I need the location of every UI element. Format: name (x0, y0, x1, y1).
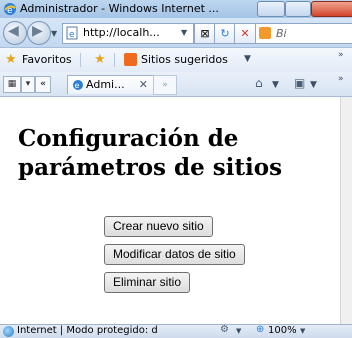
delete-site-button[interactable]: Eliminar sitio (104, 272, 191, 293)
forward-arrow-icon: ▶ (32, 23, 43, 39)
feeds-icon[interactable]: ▣ (294, 76, 305, 90)
search-provider-icon (259, 27, 271, 39)
address-url: http://localh... (83, 26, 160, 39)
back-button[interactable]: ◀ (3, 21, 27, 45)
forward-button[interactable]: ▶ (27, 21, 51, 45)
quick-tabs-icon: ▦ (7, 79, 17, 89)
globe-icon (3, 326, 14, 337)
home-dropdown-icon[interactable]: ▼ (272, 80, 279, 90)
stop-button[interactable]: ✕ (234, 23, 256, 44)
favorites-button[interactable]: Favoritos (22, 53, 72, 66)
search-box[interactable]: Bi (255, 23, 352, 44)
vertical-scrollbar[interactable] (340, 97, 352, 324)
tab-bar: ▦ ▾ « e Admi... ✕ » ⌂ ▼ ▣ ▼ » (0, 72, 352, 97)
navigation-bar: ◀ ▶ ▼ e http://localh... ▼ ⊠ ↻ ✕ Bi (0, 18, 352, 48)
address-bar[interactable]: e http://localh... ▼ (62, 23, 194, 44)
page-icon: e (66, 26, 78, 40)
protected-mode-icon[interactable]: ⚙ (220, 324, 229, 335)
chevron-more-icon[interactable]: » (338, 50, 344, 60)
compatibility-icon: ⊠ (200, 27, 210, 40)
divider (80, 53, 81, 67)
refresh-icon: ↻ (220, 27, 230, 40)
double-left-arrow-icon: « (40, 79, 46, 89)
svg-text:e: e (69, 30, 75, 40)
zoom-dropdown-icon[interactable]: ▼ (300, 327, 305, 335)
refresh-button[interactable]: ↻ (214, 23, 236, 44)
page-content: Configuración de parámetros de sitios Cr… (0, 97, 340, 324)
internet-explorer-icon: e (4, 3, 16, 16)
zoom-icon: ⊕ (256, 324, 265, 335)
address-dropdown-icon[interactable]: ▼ (181, 28, 187, 37)
stop-icon: ✕ (240, 27, 250, 40)
recent-pages-dropdown-icon[interactable]: ▼ (51, 29, 57, 38)
suggested-sites-link[interactable]: Sitios sugeridos (141, 53, 228, 66)
home-icon[interactable]: ⌂ (255, 76, 263, 90)
status-bar: Internet | Modo protegido: d ⚙ ▼ ⊕ 100% … (0, 324, 352, 338)
zoom-level[interactable]: 100% (268, 325, 297, 336)
svg-text:e: e (75, 81, 80, 90)
tab-list-icon: ▾ (25, 79, 31, 89)
compatibility-view-button[interactable]: ⊠ (194, 23, 216, 44)
feeds-dropdown-icon[interactable]: ▼ (310, 80, 317, 90)
favorites-star-icon: ★ (5, 52, 17, 67)
divider (114, 53, 115, 67)
tab-list-button[interactable]: ▾ (21, 76, 35, 93)
maximize-button[interactable] (285, 1, 311, 17)
close-tab-icon[interactable]: ✕ (139, 78, 148, 91)
tab-administrador[interactable]: e Admi... ✕ (67, 75, 154, 94)
zone-dropdown-icon[interactable]: ▼ (236, 327, 241, 335)
add-favorites-icon[interactable]: ★ (94, 52, 106, 67)
scroll-tabs-left-button[interactable]: « (35, 76, 51, 93)
minimize-button[interactable] (257, 1, 285, 17)
page-title: Configuración de parámetros de sitios (18, 125, 283, 181)
favorites-bar: ★ Favoritos ★ Sitios sugeridos ▼ » (0, 48, 352, 72)
back-arrow-icon: ◀ (8, 23, 19, 39)
tab-label: Admi... (86, 78, 125, 91)
close-window-button[interactable] (311, 1, 352, 17)
suggested-sites-icon (124, 53, 137, 66)
svg-text:e: e (7, 6, 13, 16)
create-site-button[interactable]: Crear nuevo sitio (104, 216, 213, 237)
quick-tabs-button[interactable]: ▦ (3, 76, 21, 93)
window-title-bar[interactable]: e Administrador - Windows Internet ... (0, 0, 352, 18)
new-tab-button[interactable]: » (153, 75, 177, 95)
modify-site-button[interactable]: Modificar datos de sitio (104, 244, 245, 265)
page-icon: e (73, 80, 83, 90)
search-placeholder: Bi (276, 27, 287, 40)
chevron-more-icon[interactable]: » (338, 74, 344, 84)
security-zone[interactable]: Internet | Modo protegido: d (17, 325, 158, 336)
suggested-dropdown-icon[interactable]: ▼ (244, 54, 251, 64)
window-title: Administrador - Windows Internet ... (20, 2, 219, 15)
